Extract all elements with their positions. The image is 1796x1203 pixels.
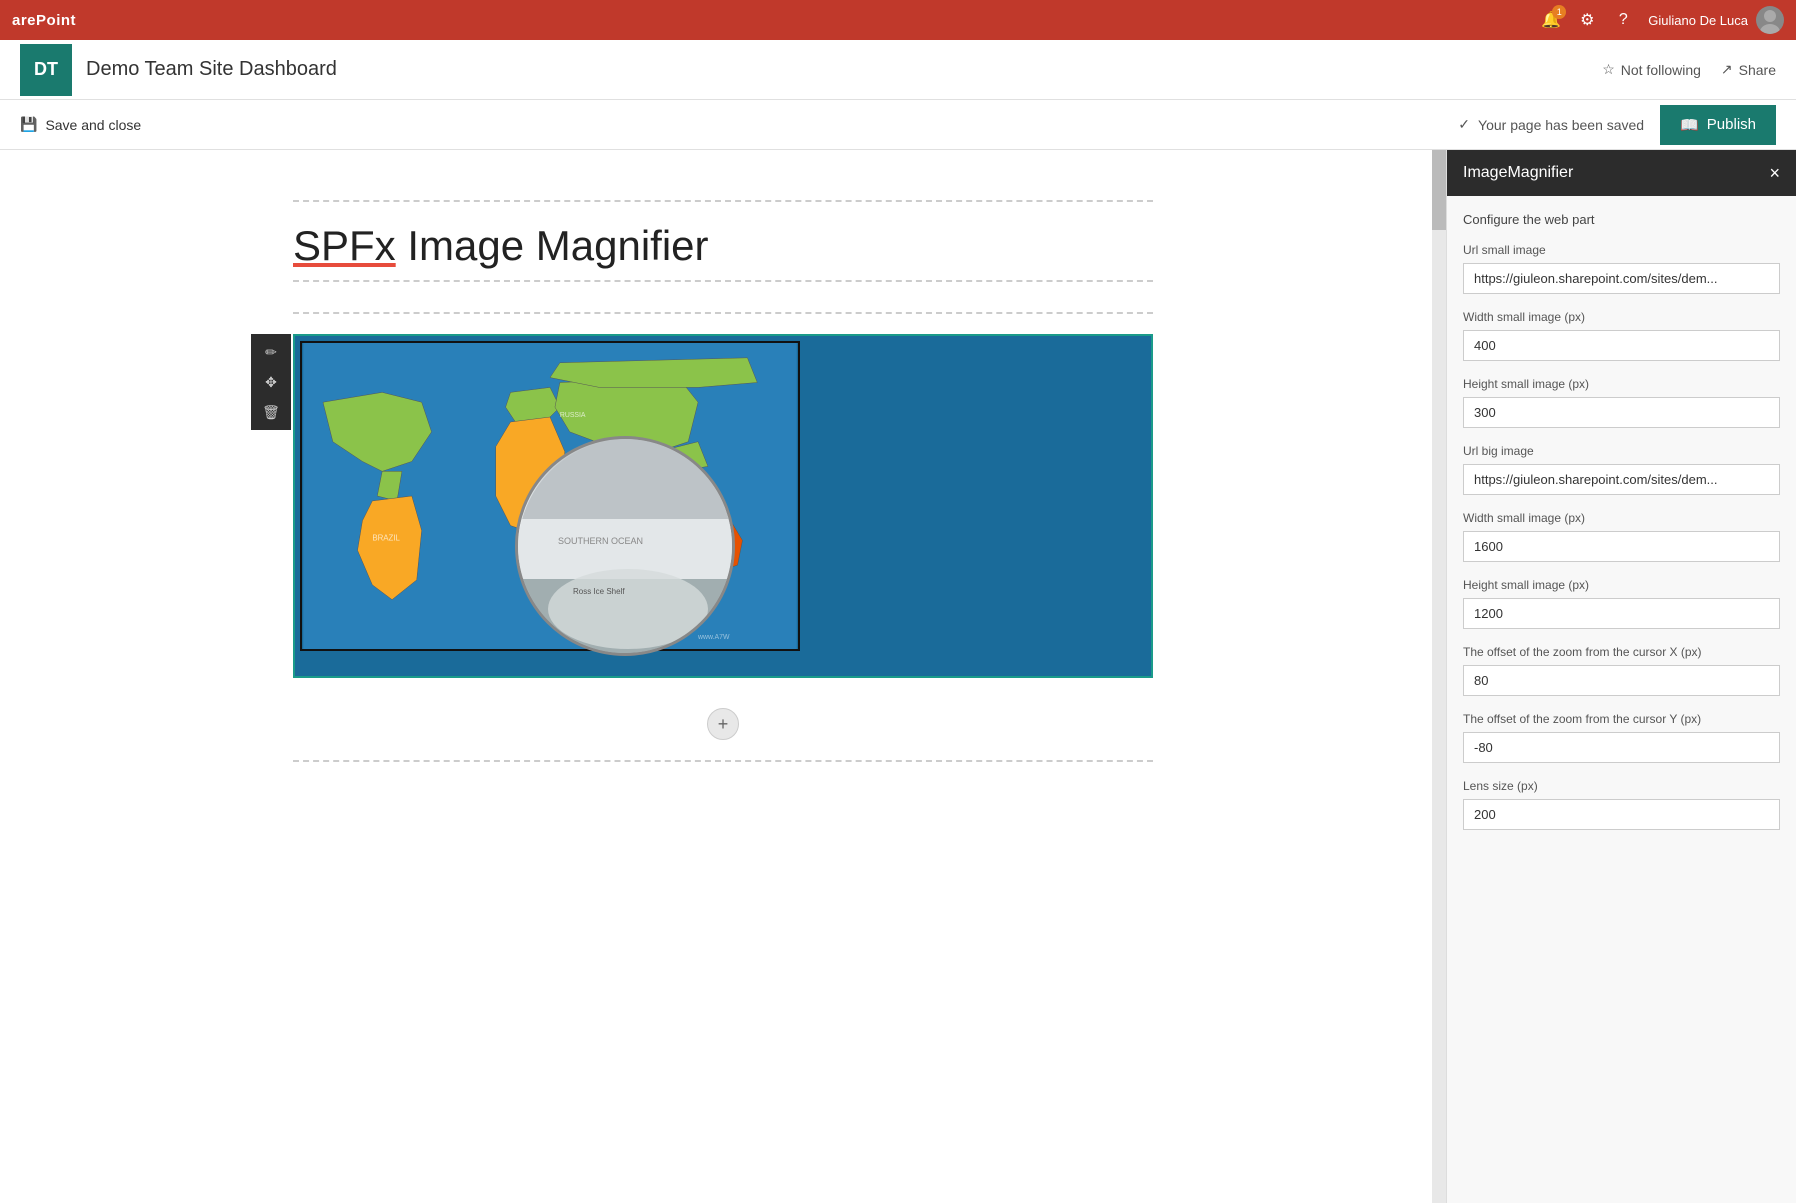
label-url_big: Url big image [1463, 444, 1780, 458]
label-offset_y: The offset of the zoom from the cursor Y… [1463, 712, 1780, 726]
main-area: SPFx Image Magnifier ✏ ✥ 🗑 [0, 150, 1796, 1203]
site-logo: DT [20, 44, 72, 96]
form-group-height_small: Height small image (px) [1463, 377, 1780, 428]
title-spfx: SPFx [293, 222, 396, 269]
publish-button[interactable]: 📖 Publish [1660, 105, 1776, 145]
title-rest: Image Magnifier [396, 222, 709, 269]
svg-text:www.A7W: www.A7W [697, 634, 730, 641]
panel-body: Configure the web part Url small image Wi… [1447, 196, 1796, 1203]
canvas[interactable]: SPFx Image Magnifier ✏ ✥ 🗑 [0, 150, 1446, 1203]
topbar-left: arePoint [12, 12, 76, 29]
page-header-right: ☆ Not following ↗ Share [1602, 61, 1776, 78]
page-header-left: DT Demo Team Site Dashboard [20, 44, 337, 96]
input-lens_size[interactable] [1463, 799, 1780, 830]
notification-badge: 1 [1552, 5, 1566, 19]
svg-text:Ross Ice Shelf: Ross Ice Shelf [573, 587, 625, 596]
close-panel-button[interactable]: × [1769, 163, 1780, 184]
delete-webpart-button[interactable]: 🗑 [257, 398, 285, 426]
svg-text:SOUTHERN OCEAN: SOUTHERN OCEAN [558, 536, 643, 546]
star-icon: ☆ [1602, 61, 1615, 78]
canvas-inner: SPFx Image Magnifier ✏ ✥ 🗑 [243, 150, 1203, 812]
section-divider-bottom [293, 760, 1153, 762]
check-icon: ✓ [1458, 116, 1470, 133]
saved-status-text: Your page has been saved [1478, 117, 1644, 133]
input-url_big[interactable] [1463, 464, 1780, 495]
add-section-area: + [293, 698, 1153, 750]
book-icon: 📖 [1680, 116, 1699, 134]
scrollbar[interactable] [1432, 150, 1446, 1203]
form-group-width_small: Width small image (px) [1463, 310, 1780, 361]
user-avatar [1756, 6, 1784, 34]
label-lens_size: Lens size (px) [1463, 779, 1780, 793]
publish-label: Publish [1707, 116, 1756, 133]
magnifier-lens: Ross Ice Shelf SOUTHERN OCEAN [515, 436, 735, 656]
top-navbar: arePoint 🔔 1 ⚙ ? Giuliano De Luca [0, 0, 1796, 40]
input-offset_y[interactable] [1463, 732, 1780, 763]
webpart-container: BRAZIL RUSSIA SOUTHERN OCEA AFRICA www.A… [293, 334, 1153, 678]
share-icon: ↗ [1721, 61, 1733, 78]
help-icon[interactable]: ? [1612, 9, 1634, 31]
form-group-lens_size: Lens size (px) [1463, 779, 1780, 830]
magnifier-content: Ross Ice Shelf SOUTHERN OCEAN [518, 439, 735, 656]
user-name: Giuliano De Luca [1648, 13, 1748, 28]
save-close-label: Save and close [45, 117, 141, 133]
form-group-height_big: Height small image (px) [1463, 578, 1780, 629]
input-height_big[interactable] [1463, 598, 1780, 629]
saved-status: ✓ Your page has been saved [1458, 116, 1644, 133]
move-webpart-button[interactable]: ✥ [257, 368, 285, 396]
config-subtitle: Configure the web part [1463, 212, 1780, 227]
panel-header: ImageMagnifier × [1447, 150, 1796, 196]
user-profile[interactable]: Giuliano De Luca [1648, 6, 1784, 34]
save-icon: 💾 [20, 116, 37, 133]
form-group-offset_x: The offset of the zoom from the cursor X… [1463, 645, 1780, 696]
add-section-button[interactable]: + [707, 708, 739, 740]
label-height_big: Height small image (px) [1463, 578, 1780, 592]
page-header: DT Demo Team Site Dashboard ☆ Not follow… [0, 40, 1796, 100]
input-width_big[interactable] [1463, 531, 1780, 562]
world-map-container: BRAZIL RUSSIA SOUTHERN OCEA AFRICA www.A… [295, 336, 1151, 676]
panel-title: ImageMagnifier [1463, 164, 1573, 182]
form-group-offset_y: The offset of the zoom from the cursor Y… [1463, 712, 1780, 763]
settings-icon[interactable]: ⚙ [1576, 9, 1598, 31]
save-close-button[interactable]: 💾 Save and close [20, 116, 141, 133]
section-divider-mid [293, 312, 1153, 314]
label-width_big: Width small image (px) [1463, 511, 1780, 525]
not-following-label: Not following [1621, 62, 1701, 78]
share-button[interactable]: ↗ Share [1721, 61, 1776, 78]
brand-name: arePoint [12, 12, 76, 29]
topbar-right: 🔔 1 ⚙ ? Giuliano De Luca [1540, 6, 1784, 34]
right-panel: ImageMagnifier × Configure the web part … [1446, 150, 1796, 1203]
input-offset_x[interactable] [1463, 665, 1780, 696]
share-label: Share [1739, 62, 1776, 78]
label-url_small: Url small image [1463, 243, 1780, 257]
section-divider-top [293, 200, 1153, 202]
notification-icon[interactable]: 🔔 1 [1540, 9, 1562, 31]
form-group-url_small: Url small image [1463, 243, 1780, 294]
webpart-wrapper: ✏ ✥ 🗑 [293, 334, 1153, 678]
edit-webpart-button[interactable]: ✏ [257, 338, 285, 366]
label-width_small: Width small image (px) [1463, 310, 1780, 324]
form-group-url_big: Url big image [1463, 444, 1780, 495]
form-group-width_big: Width small image (px) [1463, 511, 1780, 562]
webpart-toolbar: ✏ ✥ 🗑 [251, 334, 291, 430]
not-following-button[interactable]: ☆ Not following [1602, 61, 1701, 78]
form-fields: Url small image Width small image (px) Hei… [1463, 243, 1780, 830]
page-title: SPFx Image Magnifier [293, 222, 1153, 282]
label-height_small: Height small image (px) [1463, 377, 1780, 391]
input-height_small[interactable] [1463, 397, 1780, 428]
edit-toolbar: 💾 Save and close ✓ Your page has been sa… [0, 100, 1796, 150]
input-url_small[interactable] [1463, 263, 1780, 294]
scrollbar-thumb[interactable] [1432, 150, 1446, 230]
site-title: Demo Team Site Dashboard [86, 58, 337, 81]
label-offset_x: The offset of the zoom from the cursor X… [1463, 645, 1780, 659]
svg-text:RUSSIA: RUSSIA [560, 412, 586, 419]
svg-text:BRAZIL: BRAZIL [372, 533, 400, 542]
input-width_small[interactable] [1463, 330, 1780, 361]
